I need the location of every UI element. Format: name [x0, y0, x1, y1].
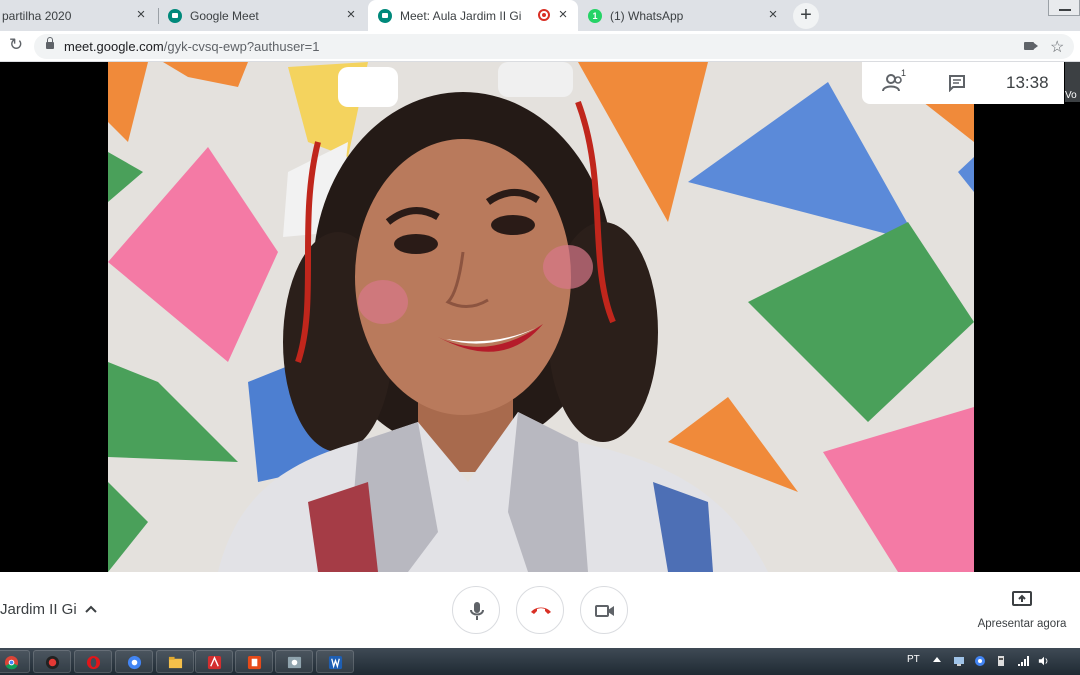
browser-toolbar: ↻ meet.google.com/gyk-cvsq-ewp?authuser=… — [0, 31, 1080, 62]
meet-controls-bar: Jardim II Gi Apresentar agora — [0, 572, 1080, 648]
taskbar-record[interactable] — [33, 650, 71, 673]
participant-count: 1 — [901, 68, 907, 78]
whatsapp-icon: 1 — [588, 8, 602, 23]
record-icon — [45, 655, 60, 670]
close-tab-icon[interactable]: × — [766, 7, 780, 22]
usb-icon[interactable] — [995, 655, 1007, 667]
participant-video — [108, 62, 974, 572]
tab-label: partilha 2020 — [2, 8, 72, 23]
chrome-icon — [4, 655, 19, 670]
tab-strip: partilha 2020 × Google Meet × Meet: Aula… — [0, 0, 1080, 31]
recording-icon — [538, 9, 550, 21]
acrobat-icon — [207, 655, 222, 670]
taskbar-chrome[interactable] — [0, 650, 30, 673]
opera-icon — [86, 655, 101, 670]
self-view-label: Vo — [1065, 90, 1077, 101]
office-icon — [247, 655, 262, 670]
new-tab-button[interactable]: + — [793, 3, 819, 29]
chat-icon — [949, 75, 965, 93]
taskbar-opera[interactable] — [74, 650, 112, 673]
taskbar-explorer[interactable] — [156, 650, 194, 673]
chrome-tray-icon[interactable] — [974, 655, 986, 667]
url-path: /gyk-cvsq-ewp?authuser=1 — [163, 39, 320, 54]
minimize-window-button[interactable] — [1048, 0, 1080, 16]
windows-taskbar: PT — [0, 648, 1080, 675]
taskbar-acrobat[interactable] — [195, 650, 233, 673]
microphone-icon — [470, 602, 484, 620]
meet-icon — [168, 8, 182, 23]
meeting-details-button[interactable]: Jardim II Gi — [0, 601, 77, 618]
close-tab-icon[interactable]: × — [134, 7, 148, 22]
taskbar-chrome-alt[interactable] — [115, 650, 153, 673]
file-explorer-icon — [168, 656, 183, 669]
input-language-indicator[interactable]: PT — [907, 654, 920, 665]
present-screen-icon — [1012, 591, 1032, 606]
lock-icon[interactable] — [46, 37, 54, 49]
taskbar-word[interactable] — [316, 650, 354, 673]
close-tab-icon[interactable]: × — [556, 7, 570, 22]
word-icon — [328, 655, 343, 670]
tab-meet-aula[interactable]: Meet: Aula Jardim II Gi × — [368, 0, 578, 31]
meet-icon — [378, 8, 392, 23]
address-bar[interactable]: meet.google.com/gyk-cvsq-ewp?authuser=1 … — [34, 34, 1074, 59]
meeting-clock: 13:38 — [1006, 73, 1049, 92]
tab-separator — [158, 8, 159, 24]
tab-google-meet[interactable]: Google Meet × — [160, 0, 366, 31]
screen: partilha 2020 × Google Meet × Meet: Aula… — [0, 0, 1080, 675]
camera-icon — [595, 605, 614, 617]
chrome-alt-icon — [127, 655, 142, 670]
tab-label: (1) WhatsApp — [610, 8, 684, 23]
tab-partilha[interactable]: partilha 2020 × — [0, 0, 156, 31]
meet-info-panel: 1 13:38 — [862, 62, 1064, 104]
url-host: meet.google.com — [64, 39, 164, 54]
present-now-button[interactable]: Apresentar agora — [970, 590, 1074, 630]
hang-up-icon — [531, 607, 551, 614]
close-tab-icon[interactable]: × — [344, 7, 358, 22]
url-text: meet.google.com/gyk-cvsq-ewp?authuser=1 — [64, 39, 319, 54]
microphone-button[interactable] — [452, 586, 500, 634]
present-now-label: Apresentar agora — [977, 618, 1067, 630]
network-signal-icon[interactable] — [1017, 655, 1029, 667]
monitor-icon[interactable] — [953, 655, 965, 667]
participants-button[interactable]: 1 — [882, 68, 908, 93]
self-view-tile[interactable]: Vo — [1065, 62, 1080, 102]
tab-whatsapp[interactable]: 1 (1) WhatsApp × — [580, 0, 788, 31]
taskbar-photos[interactable] — [275, 650, 313, 673]
chat-button[interactable] — [948, 74, 966, 93]
show-hidden-icons-button[interactable] — [933, 657, 941, 662]
meeting-name: Jardim II Gi — [0, 601, 77, 618]
volume-icon[interactable] — [1038, 655, 1050, 667]
bookmark-star-icon[interactable]: ☆ — [1050, 37, 1064, 57]
photos-icon — [287, 656, 302, 669]
camera-button[interactable] — [580, 586, 628, 634]
taskbar-office[interactable] — [235, 650, 273, 673]
video-stage: Vo — [0, 62, 1080, 572]
tab-label: Meet: Aula Jardim II Gi — [400, 8, 522, 23]
hang-up-button[interactable] — [516, 586, 564, 634]
chevron-up-icon[interactable] — [84, 602, 98, 616]
reload-icon[interactable]: ↻ — [7, 36, 25, 54]
tab-label: Google Meet — [190, 8, 259, 23]
camera-in-use-icon[interactable] — [1024, 42, 1038, 50]
